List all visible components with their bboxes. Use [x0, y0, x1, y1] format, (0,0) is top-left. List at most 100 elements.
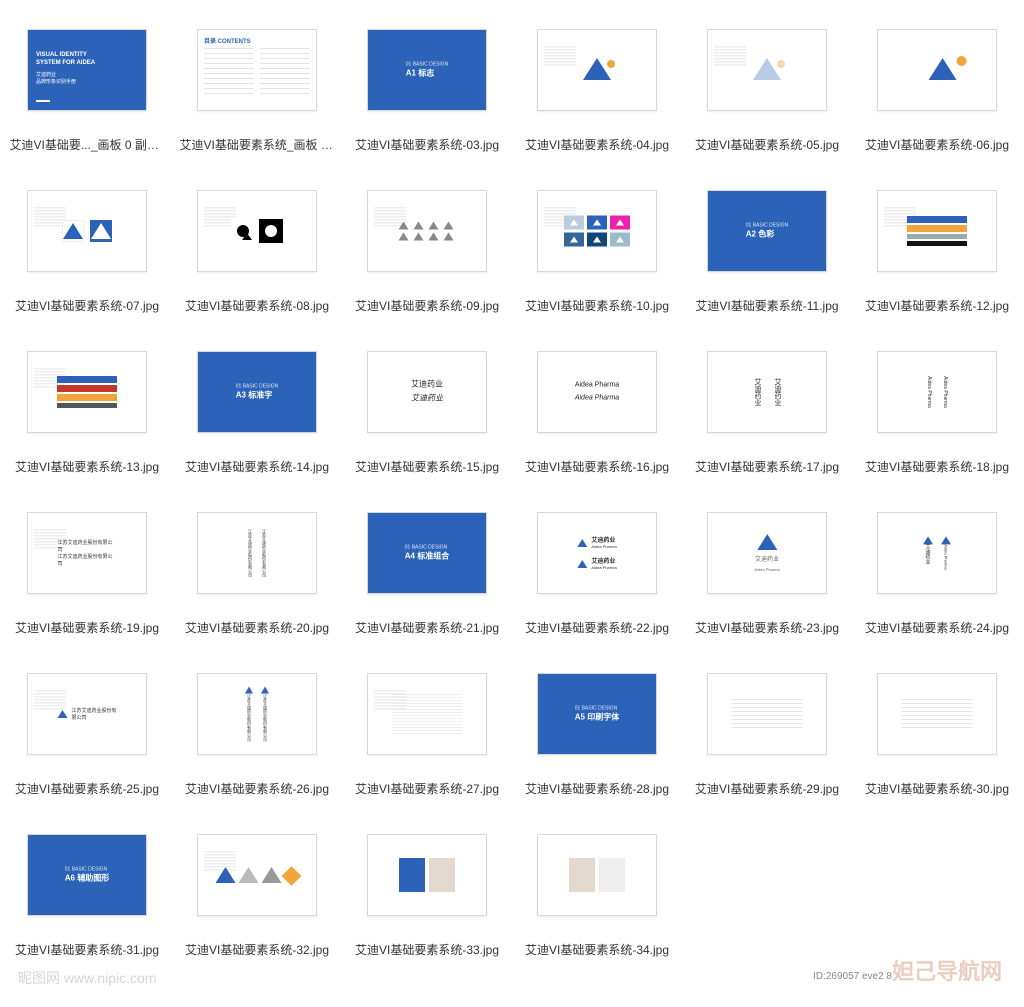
thumbnail-item[interactable]: 艾迪VI基础要素系统-34.jpg [518, 815, 676, 958]
thumbnail-item[interactable]: 01 BASIC DESIGNA5 印刷字体 艾迪VI基础要素系统-28.jpg [518, 654, 676, 797]
thumbnail-preview[interactable] [862, 10, 1012, 130]
thumbnail-preview[interactable]: 艾迪药业 Aidea Pharma [692, 493, 842, 613]
thumbnail-preview[interactable]: 01 BASIC DESIGNA3 标准字 [182, 332, 332, 452]
thumbnail-preview[interactable]: VISUAL IDENTITYSYSTEM FOR AIDEA 艾迪药业品牌形象… [12, 10, 162, 130]
thumbnail-item[interactable]: 艾迪VI基础要素系统-08.jpg [178, 171, 336, 314]
thumbnail-preview[interactable] [692, 654, 842, 774]
thumbnail-item[interactable]: 江苏艾迪药业股份有限公司 艾迪VI基础要素系统-25.jpg [8, 654, 166, 797]
thumbnail-item[interactable]: Aidea PharmaAidea Pharma 艾迪VI基础要素系统-16.j… [518, 332, 676, 475]
thumbnail-preview[interactable] [862, 171, 1012, 291]
thumbnail-item[interactable]: 艾迪药业艾迪药业 艾迪VI基础要素系统-15.jpg [348, 332, 506, 475]
thumbnail-item[interactable]: VISUAL IDENTITYSYSTEM FOR AIDEA 艾迪药业品牌形象… [8, 10, 166, 153]
thumbnail-item[interactable]: 艾迪VI基础要素系统-29.jpg [688, 654, 846, 797]
thumbnail-filename: 艾迪VI基础要素系统-13.jpg [15, 458, 159, 475]
thumbnail-preview[interactable]: 01 BASIC DESIGNA2 色彩 [692, 171, 842, 291]
thumbnail-item[interactable]: 艾迪VI基础要素系统-06.jpg [858, 10, 1016, 153]
thumbnail-filename: 艾迪VI基础要素系统-29.jpg [695, 780, 839, 797]
thumbnail-preview[interactable]: 目录 CONTENTS [182, 10, 332, 130]
thumbnail-item[interactable]: 目录 CONTENTS 艾迪VI基础要素系统_画板 1.jpg [178, 10, 336, 153]
thumbnail-filename: 艾迪VI基础要..._画板 0 副本.jpg [10, 136, 165, 153]
thumbnail-preview[interactable]: 江苏艾迪药业股份有限公司江苏艾迪药业股份有限公司 [12, 493, 162, 613]
thumbnail-preview[interactable] [352, 654, 502, 774]
thumbnail-preview[interactable] [182, 171, 332, 291]
thumbnail-preview[interactable] [12, 171, 162, 291]
thumbnail-item[interactable]: 艾迪VI基础要素系统-09.jpg [348, 171, 506, 314]
thumbnail-filename: 艾迪VI基础要素系统-27.jpg [355, 780, 499, 797]
thumbnail-preview[interactable] [352, 171, 502, 291]
footer-bar: 昵图网 www.nipic.com ID:269057 eve2 8 妲己导航网 [8, 962, 1016, 990]
thumbnail-item[interactable]: 艾迪药业 Aidea Pharma 艾迪VI基础要素系统-23.jpg [688, 493, 846, 636]
thumbnail-preview[interactable] [692, 10, 842, 130]
thumbnail-preview[interactable]: 艾迪药业Aidea Pharma 艾迪药业Aidea Pharma [522, 493, 672, 613]
thumbnail-item[interactable]: 艾迪VI基础要素系统-30.jpg [858, 654, 1016, 797]
thumbnail-item[interactable]: 艾迪VI基础要素系统-12.jpg [858, 171, 1016, 314]
thumbnail-preview[interactable]: 01 BASIC DESIGNA5 印刷字体 [522, 654, 672, 774]
thumbnail-filename: 艾迪VI基础要素系统-20.jpg [185, 619, 329, 636]
thumbnail-preview[interactable]: 01 BASIC DESIGNA6 辅助图形 [12, 815, 162, 935]
thumbnail-filename: 艾迪VI基础要素系统-28.jpg [525, 780, 669, 797]
thumbnail-preview[interactable]: 艾迪药业 Aidea Pharma [862, 493, 1012, 613]
thumbnail-preview[interactable]: 江苏艾迪药业股份有限公司 [12, 654, 162, 774]
thumbnail-filename: 艾迪VI基础要素系统-31.jpg [15, 941, 159, 958]
thumbnail-item[interactable]: 01 BASIC DESIGNA3 标准字 艾迪VI基础要素系统-14.jpg [178, 332, 336, 475]
thumbnail-preview[interactable] [182, 815, 332, 935]
thumbnail-filename: 艾迪VI基础要素系统-23.jpg [695, 619, 839, 636]
thumbnail-item[interactable]: 艾迪药业艾迪药业 艾迪VI基础要素系统-17.jpg [688, 332, 846, 475]
thumbnail-item[interactable]: 01 BASIC DESIGNA6 辅助图形 艾迪VI基础要素系统-31.jpg [8, 815, 166, 958]
thumbnail-filename: 艾迪VI基础要素系统-14.jpg [185, 458, 329, 475]
thumbnail-item[interactable]: 艾迪VI基础要素系统-10.jpg [518, 171, 676, 314]
thumbnail-item[interactable]: 01 BASIC DESIGNA1 标志 艾迪VI基础要素系统-03.jpg [348, 10, 506, 153]
thumbnail-item[interactable]: 艾迪药业Aidea Pharma 艾迪药业Aidea Pharma 艾迪VI基础… [518, 493, 676, 636]
thumbnail-preview[interactable]: Aidea PharmaAidea Pharma [862, 332, 1012, 452]
thumbnail-preview[interactable]: 艾迪药业艾迪药业 [352, 332, 502, 452]
thumbnail-grid: VISUAL IDENTITYSYSTEM FOR AIDEA 艾迪药业品牌形象… [8, 10, 1016, 958]
thumbnail-preview[interactable]: 01 BASIC DESIGNA4 标准组合 [352, 493, 502, 613]
thumbnail-item[interactable]: 01 BASIC DESIGNA4 标准组合 艾迪VI基础要素系统-21.jpg [348, 493, 506, 636]
thumbnail-preview[interactable]: 江苏艾迪药业股份有限公司 江苏艾迪药业股份有限公司 [182, 493, 332, 613]
thumbnail-item[interactable]: 艾迪VI基础要素系统-33.jpg [348, 815, 506, 958]
thumbnail-preview[interactable] [522, 815, 672, 935]
thumbnail-filename: 艾迪VI基础要素系统-18.jpg [865, 458, 1009, 475]
thumbnail-filename: 艾迪VI基础要素系统-33.jpg [355, 941, 499, 958]
thumbnail-item[interactable]: Aidea PharmaAidea Pharma 艾迪VI基础要素系统-18.j… [858, 332, 1016, 475]
thumbnail-filename: 艾迪VI基础要素系统-08.jpg [185, 297, 329, 314]
thumbnail-preview[interactable] [862, 654, 1012, 774]
thumbnail-filename: 艾迪VI基础要素系统_画板 1.jpg [180, 136, 335, 153]
thumbnail-item[interactable]: 江苏艾迪药业股份有限公司江苏艾迪药业股份有限公司 艾迪VI基础要素系统-19.j… [8, 493, 166, 636]
thumbnail-filename: 艾迪VI基础要素系统-32.jpg [185, 941, 329, 958]
thumbnail-filename: 艾迪VI基础要素系统-21.jpg [355, 619, 499, 636]
thumbnail-filename: 艾迪VI基础要素系统-30.jpg [865, 780, 1009, 797]
thumbnail-preview[interactable] [522, 10, 672, 130]
thumbnail-preview[interactable] [522, 171, 672, 291]
thumbnail-filename: 艾迪VI基础要素系统-10.jpg [525, 297, 669, 314]
thumbnail-item[interactable]: 艾迪VI基础要素系统-27.jpg [348, 654, 506, 797]
thumbnail-filename: 艾迪VI基础要素系统-15.jpg [355, 458, 499, 475]
thumbnail-item[interactable]: 艾迪VI基础要素系统-05.jpg [688, 10, 846, 153]
thumbnail-item[interactable]: 艾迪药业 Aidea Pharma 艾迪VI基础要素系统-24.jpg [858, 493, 1016, 636]
thumbnail-preview[interactable]: 01 BASIC DESIGNA1 标志 [352, 10, 502, 130]
thumbnail-preview[interactable] [352, 815, 502, 935]
thumbnail-filename: 艾迪VI基础要素系统-22.jpg [525, 619, 669, 636]
thumbnail-preview[interactable]: 艾迪药业艾迪药业 [692, 332, 842, 452]
thumbnail-item[interactable]: 艾迪VI基础要素系统-32.jpg [178, 815, 336, 958]
thumbnail-item[interactable]: 江苏艾迪药业股份有限公司 江苏艾迪药业股份有限公司 艾迪VI基础要素系统-26.… [178, 654, 336, 797]
thumbnail-filename: 艾迪VI基础要素系统-03.jpg [355, 136, 499, 153]
thumbnail-item[interactable]: 艾迪VI基础要素系统-07.jpg [8, 171, 166, 314]
thumbnail-preview[interactable] [12, 332, 162, 452]
thumbnail-filename: 艾迪VI基础要素系统-26.jpg [185, 780, 329, 797]
thumbnail-item[interactable]: 江苏艾迪药业股份有限公司 江苏艾迪药业股份有限公司 艾迪VI基础要素系统-20.… [178, 493, 336, 636]
thumbnail-filename: 艾迪VI基础要素系统-17.jpg [695, 458, 839, 475]
thumbnail-item[interactable]: 01 BASIC DESIGNA2 色彩 艾迪VI基础要素系统-11.jpg [688, 171, 846, 314]
thumbnail-filename: 艾迪VI基础要素系统-11.jpg [695, 297, 838, 314]
thumbnail-preview[interactable]: Aidea PharmaAidea Pharma [522, 332, 672, 452]
thumbnail-filename: 艾迪VI基础要素系统-12.jpg [865, 297, 1009, 314]
thumbnail-preview[interactable]: 江苏艾迪药业股份有限公司 江苏艾迪药业股份有限公司 [182, 654, 332, 774]
thumbnail-item[interactable]: 艾迪VI基础要素系统-04.jpg [518, 10, 676, 153]
thumbnail-filename: 艾迪VI基础要素系统-16.jpg [525, 458, 669, 475]
thumbnail-filename: 艾迪VI基础要素系统-19.jpg [15, 619, 159, 636]
thumbnail-filename: 艾迪VI基础要素系统-25.jpg [15, 780, 159, 797]
thumbnail-item[interactable]: 艾迪VI基础要素系统-13.jpg [8, 332, 166, 475]
thumbnail-filename: 艾迪VI基础要素系统-05.jpg [695, 136, 839, 153]
thumbnail-filename: 艾迪VI基础要素系统-07.jpg [15, 297, 159, 314]
thumbnail-filename: 艾迪VI基础要素系统-24.jpg [865, 619, 1009, 636]
